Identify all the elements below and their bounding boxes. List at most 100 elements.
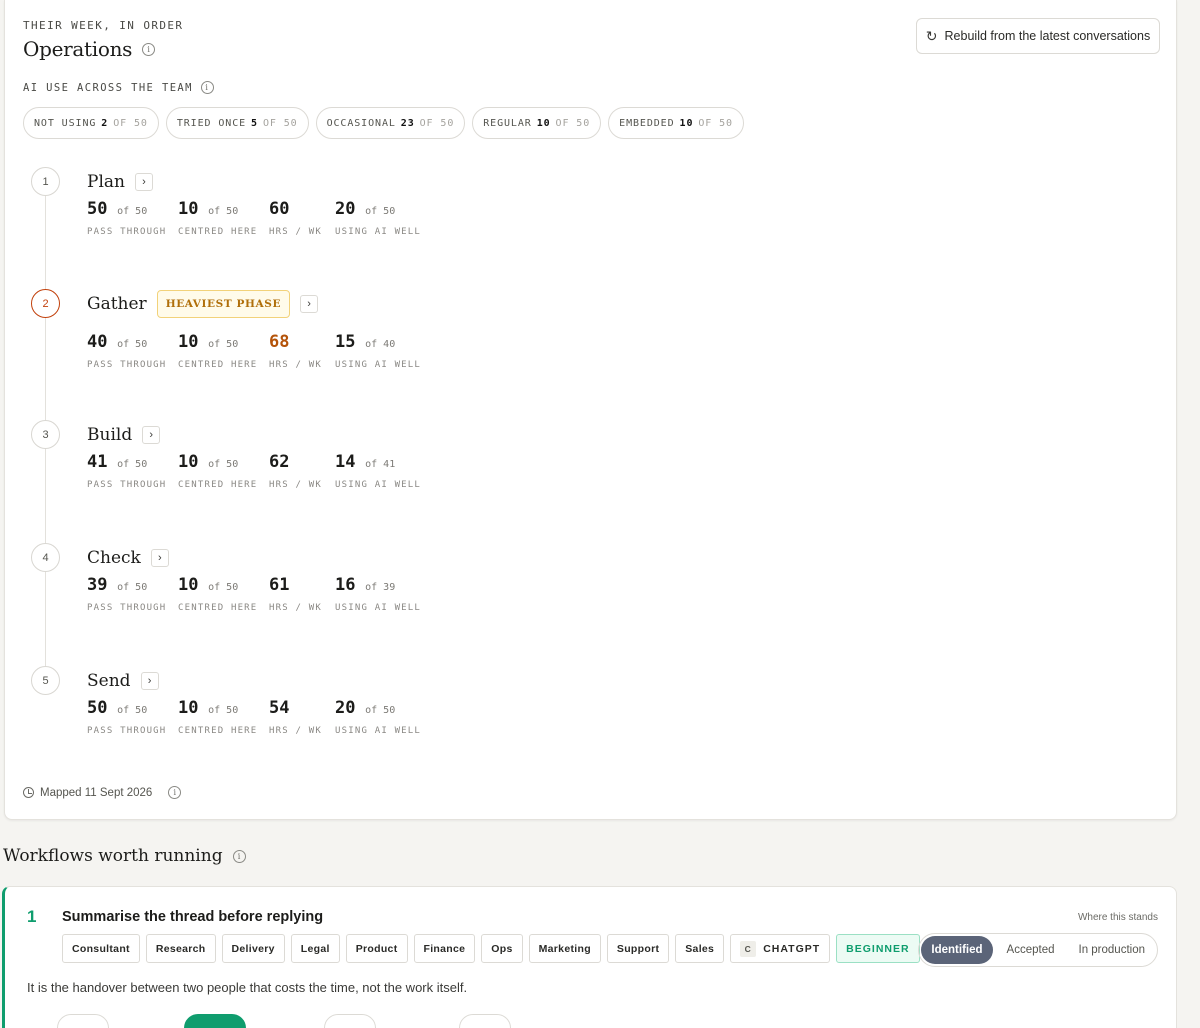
footer-control[interactable] <box>459 1014 511 1028</box>
phase-stats: 39 of 50 PASS THROUGH 10 of 50 CENTRED H… <box>87 575 435 613</box>
stat-value: 60 <box>269 199 290 219</box>
chevron-right-icon[interactable]: › <box>134 172 153 191</box>
footer-control[interactable] <box>57 1014 109 1028</box>
stat-of: of 50 <box>365 705 396 716</box>
phase-plan: 1 Plan › 50 of 50 PASS THROUGH 10 of 50 … <box>31 167 731 247</box>
phase-build: 3 Build › 41 of 50 PASS THROUGH 10 of 50… <box>31 420 731 500</box>
phase-head: Plan › <box>87 167 153 196</box>
tag-research[interactable]: Research <box>145 934 216 963</box>
pill-regular[interactable]: REGULAR 10 OF 50 <box>472 107 602 139</box>
stat-value: 15 <box>335 332 356 352</box>
chevron-right-icon[interactable]: › <box>300 294 319 313</box>
clock-icon <box>23 787 34 798</box>
step-number: 4 <box>31 543 60 572</box>
where-this-stands-label: Where this stands <box>1077 912 1158 923</box>
tag-tool-chatgpt[interactable]: C CHATGPT <box>730 934 831 963</box>
tag-finance[interactable]: Finance <box>413 934 476 963</box>
workflow-title: Summarise the thread before replying <box>62 909 324 925</box>
stat-value: 10 <box>178 698 199 718</box>
ai-use-label: AI USE ACROSS THE TEAM i <box>23 81 214 94</box>
tag-marketing[interactable]: Marketing <box>528 934 601 963</box>
stat-of: of 50 <box>208 339 239 350</box>
stat-value: 62 <box>269 452 290 472</box>
stat-label: PASS THROUGH <box>87 726 167 736</box>
stage-accepted[interactable]: Accepted <box>997 936 1065 964</box>
stat-label: USING AI WELL <box>335 480 422 490</box>
stat-label: USING AI WELL <box>335 360 422 370</box>
tag-product[interactable]: Product <box>345 934 408 963</box>
tag-legal[interactable]: Legal <box>290 934 340 963</box>
stat-value: 20 <box>335 698 356 718</box>
info-icon[interactable]: i <box>142 42 156 56</box>
stat-using-ai-well: 14 of 41 USING AI WELL <box>335 452 435 490</box>
info-icon[interactable]: i <box>200 81 214 94</box>
stat-label: HRS / WK <box>269 360 322 370</box>
stat-label: PASS THROUGH <box>87 603 167 613</box>
page-title: Operations <box>23 37 133 61</box>
stat-of: of 50 <box>117 705 148 716</box>
pill-of: OF 50 <box>698 117 733 129</box>
stat-label: CENTRED HERE <box>178 360 258 370</box>
stat-centred-here: 10 of 50 CENTRED HERE <box>178 452 269 490</box>
tag-sales[interactable]: Sales <box>675 934 725 963</box>
phase-name: Build <box>87 424 133 445</box>
mapped-date: Mapped 11 Sept 2026 i <box>23 786 182 799</box>
chevron-right-icon[interactable]: › <box>140 671 159 690</box>
tool-name: CHATGPT <box>763 942 821 955</box>
stat-of: of 50 <box>117 339 148 350</box>
stage-in-production[interactable]: In production <box>1069 936 1156 964</box>
step-number: 2 <box>31 289 60 318</box>
stat-of: of 50 <box>117 206 148 217</box>
pill-label: TRIED ONCE <box>176 117 247 129</box>
workflows-section-title: Workflows worth running i <box>3 846 246 866</box>
stage-toggle: Identified Accepted In production <box>918 933 1158 967</box>
stat-value: 16 <box>335 575 356 595</box>
rebuild-button[interactable]: ↻ Rebuild from the latest conversations <box>916 18 1160 54</box>
pill-not-using[interactable]: NOT USING 2 OF 50 <box>23 107 159 139</box>
stat-label: CENTRED HERE <box>178 603 258 613</box>
pill-label: REGULAR <box>483 117 532 129</box>
stat-centred-here: 10 of 50 CENTRED HERE <box>178 698 269 736</box>
phase-stats: 41 of 50 PASS THROUGH 10 of 50 CENTRED H… <box>87 452 435 490</box>
stat-centred-here: 10 of 50 CENTRED HERE <box>178 575 269 613</box>
info-icon[interactable]: i <box>232 849 246 863</box>
chevron-right-icon[interactable]: › <box>150 548 169 567</box>
stat-of: of 40 <box>365 339 396 350</box>
stat-of: of 50 <box>117 459 148 470</box>
tag-ops[interactable]: Ops <box>481 934 523 963</box>
stat-value: 20 <box>335 199 356 219</box>
tag-support[interactable]: Support <box>606 934 670 963</box>
tag-level-beginner[interactable]: BEGINNER <box>836 934 920 963</box>
heaviest-phase-badge: HEAVIEST PHASE <box>156 289 291 318</box>
pill-tried-once[interactable]: TRIED ONCE 5 OF 50 <box>165 107 309 139</box>
stat-pass-through: 50 of 50 PASS THROUGH <box>87 199 178 237</box>
stat-label: USING AI WELL <box>335 603 422 613</box>
stat-value: 10 <box>178 332 199 352</box>
pill-of: OF 50 <box>113 117 148 129</box>
stat-of: of 50 <box>208 206 239 217</box>
stat-label: CENTRED HERE <box>178 227 258 237</box>
workflow-number: 1 <box>27 907 37 926</box>
pill-occasional[interactable]: OCCASIONAL 23 OF 50 <box>315 107 466 139</box>
stat-using-ai-well: 16 of 39 USING AI WELL <box>335 575 435 613</box>
stat-label: USING AI WELL <box>335 726 422 736</box>
stat-pass-through: 41 of 50 PASS THROUGH <box>87 452 178 490</box>
phase-stats: 50 of 50 PASS THROUGH 10 of 50 CENTRED H… <box>87 199 435 237</box>
stat-label: PASS THROUGH <box>87 360 167 370</box>
pill-of: OF 50 <box>262 117 298 129</box>
stat-value: 41 <box>87 452 108 472</box>
phase-check: 4 Check › 39 of 50 PASS THROUGH 10 of 50… <box>31 543 731 623</box>
phase-head: Check › <box>87 543 169 572</box>
tag-delivery[interactable]: Delivery <box>221 934 285 963</box>
stat-centred-here: 10 of 50 CENTRED HERE <box>178 199 269 237</box>
footer-control[interactable] <box>324 1014 376 1028</box>
info-icon[interactable]: i <box>168 786 182 799</box>
pill-embedded[interactable]: EMBEDDED 10 OF 50 <box>608 107 744 139</box>
tag-consultant[interactable]: Consultant <box>62 934 140 963</box>
stat-using-ai-well: 20 of 50 USING AI WELL <box>335 698 435 736</box>
footer-control-active[interactable] <box>184 1014 246 1028</box>
stat-of: of 50 <box>365 206 396 217</box>
chevron-right-icon[interactable]: › <box>142 425 161 444</box>
stat-of: of 39 <box>365 582 396 593</box>
stage-identified[interactable]: Identified <box>921 936 993 964</box>
